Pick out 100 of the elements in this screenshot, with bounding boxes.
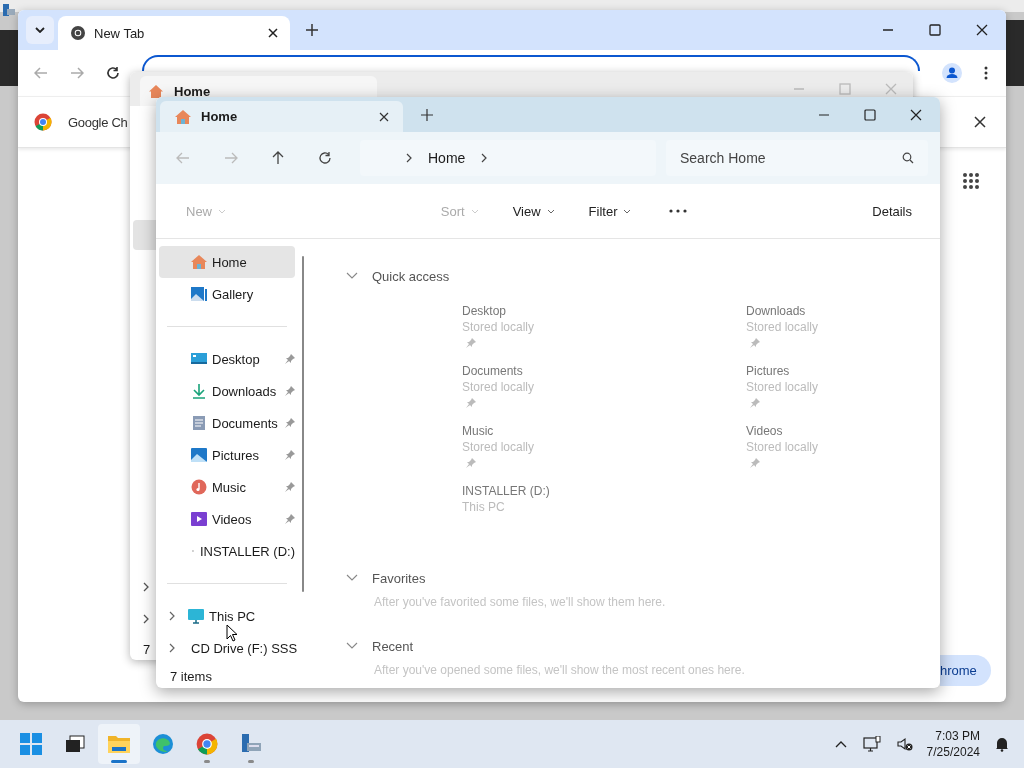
folder-location: Stored locally <box>746 379 820 395</box>
folder-location: Stored locally <box>462 439 536 455</box>
new-tab-icon[interactable] <box>421 108 433 121</box>
breadcrumb-item[interactable]: Home <box>428 150 466 166</box>
video-icon <box>190 511 208 527</box>
folder-name[interactable]: Videos <box>746 423 896 439</box>
nav-item[interactable]: CD Drive (F:) SSS <box>159 632 295 664</box>
nav-item[interactable]: Home <box>159 246 295 278</box>
folder-name[interactable]: INSTALLER (D:) <box>462 483 746 499</box>
menu-icon[interactable] <box>984 66 988 80</box>
music-icon <box>190 479 208 495</box>
close-icon[interactable] <box>974 116 986 128</box>
nav-item[interactable]: Music <box>159 471 295 503</box>
caret-icon <box>623 208 632 214</box>
tab-title: Home <box>201 109 239 124</box>
reload-icon[interactable] <box>106 66 120 80</box>
home-icon <box>190 254 208 270</box>
address-bar[interactable]: Home <box>360 140 656 176</box>
collapse-chevron-icon[interactable] <box>346 272 358 280</box>
folder-name[interactable]: Documents <box>462 363 746 379</box>
network-icon[interactable] <box>862 736 881 752</box>
search-field[interactable]: Search Home <box>666 140 928 176</box>
gallery-icon <box>190 286 208 302</box>
more-options-icon[interactable] <box>669 209 688 213</box>
collapse-chevron-icon[interactable] <box>346 642 358 650</box>
up-icon[interactable] <box>272 151 284 165</box>
close-icon[interactable] <box>976 24 988 36</box>
browser-tab[interactable]: New Tab <box>58 16 290 50</box>
section-title[interactable]: Recent <box>372 638 414 654</box>
caret-icon <box>470 208 479 214</box>
clock-time: 7:03 PM <box>935 728 980 744</box>
nav-item[interactable]: Documents <box>159 407 295 439</box>
search-icon <box>902 152 914 164</box>
show-hidden-icons-icon[interactable] <box>834 740 847 748</box>
refresh-icon[interactable] <box>318 151 332 165</box>
task-view-icon <box>65 735 85 753</box>
new-tab-icon[interactable] <box>306 24 318 36</box>
caret-icon <box>35 27 45 33</box>
folder-location: Stored locally <box>746 439 820 455</box>
background-window <box>1006 20 1024 86</box>
chrome-icon <box>70 25 86 41</box>
maximize-icon[interactable] <box>864 108 876 121</box>
close-icon[interactable] <box>379 111 389 122</box>
server-manager-icon <box>2 3 16 17</box>
nav-item[interactable]: Gallery <box>159 278 295 310</box>
expand-chevron-icon[interactable] <box>143 582 149 592</box>
folder-name[interactable]: Downloads <box>746 303 896 319</box>
status-text: 7 items <box>170 669 212 684</box>
folder-location: Stored locally <box>746 319 820 335</box>
empty-message: After you've opened some files, we'll show the most recent ones here. <box>374 663 746 677</box>
windows-logo-icon <box>20 733 42 755</box>
nav-item[interactable]: Downloads <box>159 375 295 407</box>
toolbar-button[interactable]: Filter <box>584 199 636 223</box>
apps-grid-icon[interactable] <box>963 173 979 189</box>
chevron-right-icon[interactable] <box>481 153 488 163</box>
speaker-muted-icon[interactable] <box>896 736 913 752</box>
clock[interactable]: 7:03 PM 7/25/2024 <box>926 728 980 760</box>
banner-text: Google Ch <box>68 114 128 130</box>
chrome-logo-icon <box>196 733 218 755</box>
maximize-icon[interactable] <box>929 24 941 36</box>
collapse-chevron-icon[interactable] <box>346 574 358 582</box>
desktop-folder-icon <box>190 351 208 367</box>
nav-item[interactable]: Desktop <box>159 343 295 375</box>
toolbar-button[interactable]: View <box>508 199 559 223</box>
mouse-cursor-icon <box>226 624 238 642</box>
caret-icon <box>546 208 555 214</box>
nav-item[interactable]: This PC <box>159 600 295 632</box>
section-title[interactable]: Quick access <box>372 268 450 284</box>
folder-icon <box>107 734 131 754</box>
home-icon <box>148 83 164 99</box>
expand-chevron-icon[interactable] <box>167 643 177 653</box>
notification-icon[interactable] <box>994 736 1010 752</box>
details-button[interactable]: Details <box>868 199 916 223</box>
folder-name[interactable]: Pictures <box>746 363 896 379</box>
expand-chevron-icon[interactable] <box>167 611 177 621</box>
tab-search-button[interactable] <box>26 16 54 44</box>
document-icon <box>190 415 208 431</box>
folder-location: Stored locally <box>462 379 536 395</box>
server-manager-icon <box>240 733 262 755</box>
expand-chevron-icon[interactable] <box>143 614 149 624</box>
tab-title: New Tab <box>94 25 146 41</box>
nav-item[interactable]: Videos <box>159 503 295 535</box>
section-title[interactable]: Favorites <box>372 570 426 586</box>
pictures-icon <box>190 447 208 463</box>
customize-button[interactable]: hrome <box>940 655 991 686</box>
explorer-tab[interactable]: Home <box>160 101 403 132</box>
folder-location: Stored locally <box>462 319 536 335</box>
edge-icon <box>152 733 174 755</box>
close-icon[interactable] <box>910 108 922 121</box>
chrome-logo-icon <box>34 113 52 131</box>
nav-item[interactable]: INSTALLER (D:) <box>159 535 295 567</box>
folder-location: This PC <box>462 499 506 515</box>
folder-name[interactable]: Desktop <box>462 303 746 319</box>
monitor-icon <box>187 608 205 624</box>
background-window <box>0 30 18 86</box>
download-icon <box>190 383 208 399</box>
nav-item[interactable]: Pictures <box>159 439 295 471</box>
close-icon[interactable] <box>268 28 278 38</box>
profile-icon[interactable] <box>942 63 962 83</box>
folder-name[interactable]: Music <box>462 423 746 439</box>
